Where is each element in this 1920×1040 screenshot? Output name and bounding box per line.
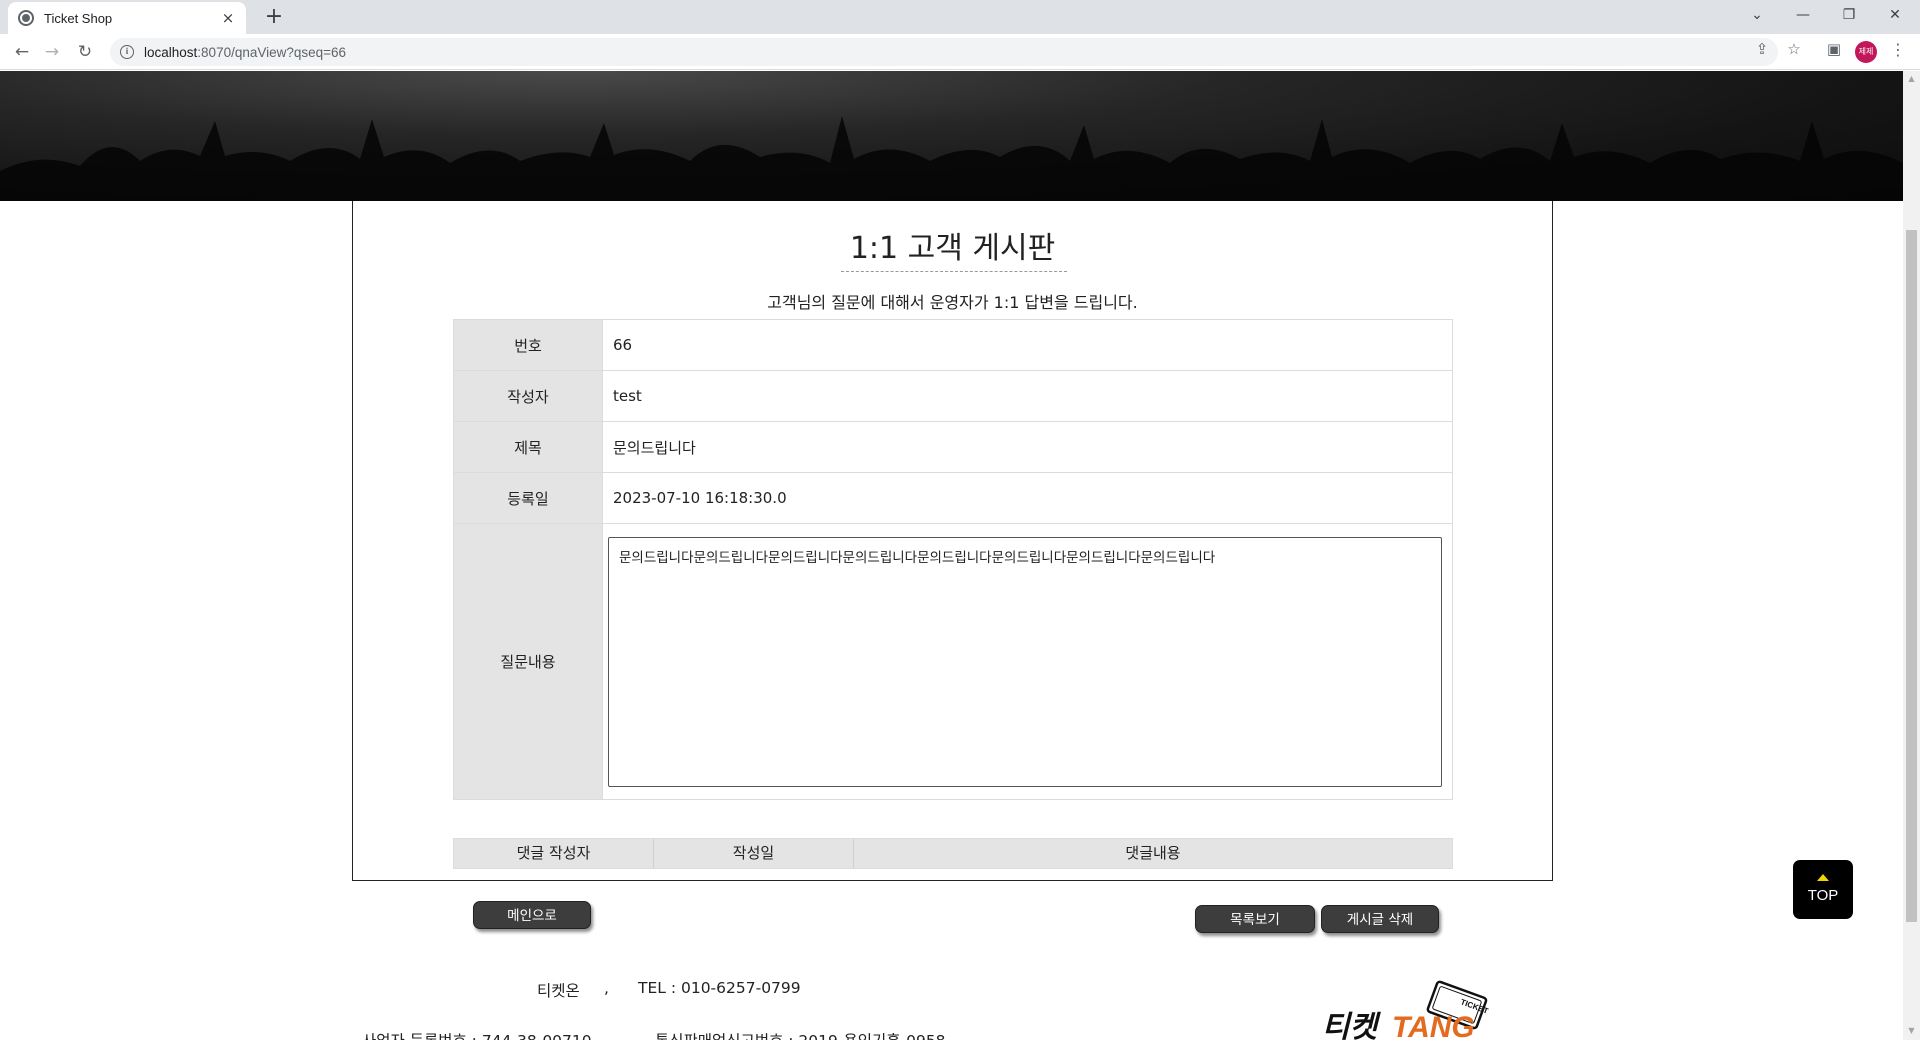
question-detail-table: 번호 66 작성자 test 제목 문의드립니다 등록일 2023-07-10 …: [453, 319, 1453, 800]
forward-arrow-icon[interactable]: →: [40, 40, 64, 64]
delete-post-button[interactable]: 게시글 삭제: [1321, 905, 1439, 933]
footer-company: 티켓온: [537, 982, 580, 1000]
browser-toolbar: ← → ↻ i localhost:8070/qnaView?qseq=66 ⇪…: [0, 34, 1920, 70]
svg-text:TANG: TANG: [1392, 1011, 1475, 1040]
globe-icon: [18, 10, 34, 26]
page-viewport: 1:1 고객 게시판 고객님의 질문에 대해서 운영자가 1:1 답변을 드립니…: [0, 71, 1903, 1040]
table-row: 번호 66: [453, 319, 1453, 371]
restore-button[interactable]: ❐: [1826, 0, 1872, 30]
subject-value: 문의드립니다: [602, 421, 1453, 473]
scrollbar-thumb[interactable]: [1906, 230, 1917, 922]
title-divider: [841, 271, 1067, 272]
ticketang-logo: TICKET 티켓 TANG: [1322, 980, 1490, 1040]
footer-mail-order-number: 통신판매업신고번호 : 2019-용인기흥-0958: [655, 1029, 946, 1040]
svg-text:티켓: 티켓: [1322, 1010, 1382, 1040]
url-path: :8070/qnaView?qseq=66: [197, 44, 347, 60]
tab-search-icon[interactable]: ⌄: [1734, 0, 1780, 30]
crowd-silhouette: [0, 116, 1903, 201]
author-label: 작성자: [453, 370, 603, 422]
footer-tel: TEL : 010-6257-0799: [638, 979, 801, 997]
list-view-button[interactable]: 목록보기: [1195, 905, 1315, 933]
info-icon[interactable]: i: [120, 45, 134, 59]
content-cell: 문의드립니다문의드립니다문의드립니다문의드립니다문의드립니다문의드립니다문의드립…: [602, 523, 1453, 800]
number-label: 번호: [453, 319, 603, 371]
browser-tab[interactable]: Ticket Shop ×: [8, 2, 246, 34]
comment-author-header: 댓글 작성자: [454, 839, 654, 868]
scroll-up-icon[interactable]: ▲: [1906, 74, 1917, 86]
page-title: 1:1 고객 게시판: [849, 231, 1056, 266]
board-description: 고객님의 질문에 대해서 운영자가 1:1 답변을 드립니다.: [767, 293, 1138, 312]
hero-banner-image: [0, 71, 1903, 201]
comment-content-header: 댓글내용: [1125, 844, 1181, 862]
qna-board: 1:1 고객 게시판 고객님의 질문에 대해서 운영자가 1:1 답변을 드립니…: [352, 201, 1553, 881]
new-tab-button[interactable]: +: [260, 4, 288, 32]
scroll-down-icon[interactable]: ▼: [1906, 1026, 1917, 1038]
url-host: localhost: [144, 44, 198, 60]
footer-separator: ,: [604, 979, 609, 997]
content-label: 질문내용: [453, 523, 603, 800]
main-page-button[interactable]: 메인으로: [473, 901, 591, 929]
top-button-label: TOP: [1807, 887, 1839, 904]
date-label: 등록일: [453, 472, 603, 524]
table-row: 작성자 test: [453, 370, 1453, 422]
comments-table-header: 댓글 작성자 작성일 댓글내용: [453, 838, 1453, 869]
close-window-button[interactable]: ✕: [1872, 0, 1918, 30]
side-panel-icon[interactable]: ▣: [1822, 40, 1846, 58]
date-value: 2023-07-10 16:18:30.0: [602, 472, 1453, 524]
profile-avatar[interactable]: 제제: [1855, 41, 1877, 63]
bookmark-star-icon[interactable]: ☆: [1782, 40, 1806, 58]
question-content-textarea[interactable]: 문의드립니다문의드립니다문의드립니다문의드립니다문의드립니다문의드립니다문의드립…: [608, 536, 1442, 787]
table-row: 제목 문의드립니다: [453, 421, 1453, 473]
tab-title: Ticket Shop: [44, 10, 113, 26]
close-tab-icon[interactable]: ×: [220, 9, 236, 27]
more-menu-icon[interactable]: ⋮: [1890, 40, 1906, 59]
reload-icon[interactable]: ↻: [73, 40, 97, 64]
table-row: 등록일 2023-07-10 16:18:30.0: [453, 472, 1453, 524]
table-row: 질문내용 문의드립니다문의드립니다문의드립니다문의드립니다문의드립니다문의드립니…: [453, 523, 1453, 800]
footer-business-number: 사업자 등록번호 : 744-38-00710: [362, 1029, 592, 1040]
back-arrow-icon[interactable]: ←: [10, 40, 34, 64]
author-value: test: [602, 370, 1453, 422]
number-value: 66: [602, 319, 1453, 371]
share-icon[interactable]: ⇪: [1750, 40, 1774, 58]
browser-tab-bar: Ticket Shop × + ⌄ — ❐ ✕: [0, 0, 1920, 34]
up-arrow-icon: [1817, 874, 1829, 881]
comment-date-header: 작성일: [654, 839, 854, 868]
subject-label: 제목: [453, 421, 603, 473]
address-bar[interactable]: i localhost:8070/qnaView?qseq=66: [110, 38, 1778, 66]
scroll-to-top-button[interactable]: TOP: [1793, 860, 1853, 919]
minimize-button[interactable]: —: [1780, 0, 1826, 30]
